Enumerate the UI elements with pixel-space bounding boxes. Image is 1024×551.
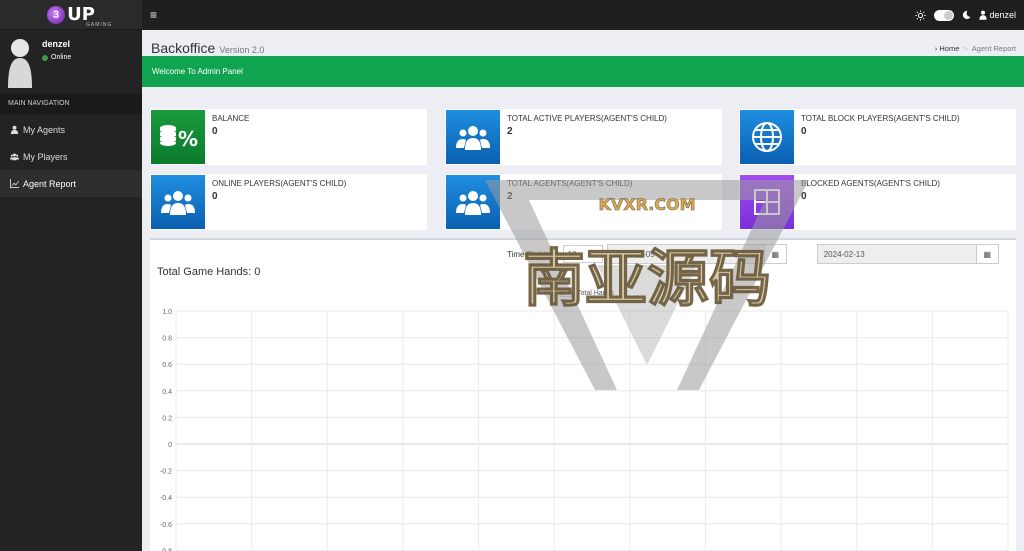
sidebar-item-my-players[interactable]: My Players (0, 143, 142, 170)
y-tick-label: -0.2 (160, 469, 172, 476)
stat-label: BALANCE (212, 114, 250, 123)
stat-online-players: ONLINE PLAYERS(AGENT'S CHILD) 0 (150, 174, 427, 230)
stat-value: 0 (801, 126, 807, 137)
stat-label: ONLINE PLAYERS(AGENT'S CHILD) (212, 179, 347, 188)
stat-value: 0 (212, 191, 218, 202)
stat-value: 0 (801, 191, 807, 202)
online-dot-icon (42, 54, 48, 61)
logo-text: UP (67, 3, 95, 25)
start-date-value: 2024-02-05 (613, 250, 655, 259)
user-icon (10, 125, 19, 134)
users-icon (151, 175, 205, 229)
y-tick-label: -0.6 (160, 522, 172, 529)
chart-title: Total Game Hands: 0 (157, 266, 261, 278)
avatar-icon (8, 39, 32, 88)
y-tick-label: 0.4 (162, 389, 172, 396)
user-status: Online (42, 54, 71, 61)
stat-total-block-players: TOTAL BLOCK PLAYERS(AGENT'S CHILD) 0 (739, 109, 1016, 165)
stat-total-agents: TOTAL AGENTS(AGENT'S CHILD) 2 (445, 174, 722, 230)
user-panel: denzel Online (0, 30, 142, 92)
main-navigation: My Agents My Players Agent Report (0, 116, 142, 197)
coins-percent-icon: % (151, 110, 205, 164)
stat-label: TOTAL BLOCK PLAYERS(AGENT'S CHILD) (801, 114, 960, 123)
y-tick-label: -0.4 (160, 495, 172, 502)
stat-blocked-agents: BLOCKED AGENTS(AGENT'S CHILD) 0 (739, 174, 1016, 230)
report-panel: Time Divisions 10 2024-02-05 ▦ 2024-02-1… (150, 238, 1016, 551)
stat-value: 0 (212, 126, 218, 137)
sidebar-item-agent-report[interactable]: Agent Report (0, 170, 142, 197)
logo-badge: 3 (47, 5, 66, 24)
stat-value: 2 (507, 126, 513, 137)
globe-icon (740, 110, 794, 164)
stat-label: TOTAL AGENTS(AGENT'S CHILD) (507, 179, 633, 188)
y-tick-label: 1.0 (162, 309, 172, 316)
sidebar-item-my-agents[interactable]: My Agents (0, 116, 142, 143)
logo-subtitle: GAMING (86, 22, 113, 28)
end-date-input[interactable]: 2024-02-13 ▦ (816, 244, 999, 264)
user-menu[interactable]: denzel (979, 10, 1016, 20)
users-icon (446, 175, 500, 229)
breadcrumb-home[interactable]: › Home (935, 44, 960, 53)
breadcrumb: › Home > Agent Report (935, 44, 1016, 53)
report-controls: Time Divisions 10 2024-02-05 ▦ 2024-02-1… (507, 244, 999, 264)
y-tick-label: 0.8 (162, 336, 172, 343)
users-icon (10, 153, 19, 161)
brand-logo[interactable]: 3 UP (47, 3, 95, 25)
grid-icon (740, 175, 794, 229)
calendar-icon[interactable]: ▦ (975, 245, 998, 263)
y-tick-label: 0.2 (162, 415, 172, 422)
logo-bar: 3 UP GAMING (0, 0, 142, 30)
user-status-text: Online (51, 54, 72, 61)
page-version: Version 2.0 (219, 45, 265, 55)
topbar-right: denzel (915, 0, 1016, 30)
main-content: Backoffice Version 2.0 › Home > Agent Rep… (142, 30, 1024, 551)
topbar: ≡ denzel (142, 0, 1024, 30)
moon-icon[interactable] (962, 10, 972, 20)
page-title-text: Backoffice (151, 40, 216, 56)
user-icon (979, 10, 988, 20)
time-divisions-input[interactable]: 10 (562, 245, 603, 263)
sidebar-item-label: My Agents (23, 124, 66, 135)
welcome-banner: Welcome To Admin Panel (142, 56, 1024, 87)
y-tick-label: 0.6 (162, 362, 172, 369)
time-divisions-label: Time Divisions (507, 249, 559, 259)
stat-total-active-players: TOTAL ACTIVE PLAYERS(AGENT'S CHILD) 2 (445, 109, 722, 165)
y-tick-label: 0 (168, 442, 172, 449)
user-menu-name: denzel (989, 10, 1016, 20)
calendar-icon[interactable]: ▦ (763, 245, 786, 263)
page-title: Backoffice Version 2.0 (151, 40, 264, 56)
stat-value: 2 (507, 191, 513, 202)
user-name: denzel (42, 39, 71, 49)
chart-line-icon (10, 179, 19, 188)
theme-toggle[interactable] (934, 9, 955, 21)
nav-header: MAIN NAVIGATION (0, 94, 142, 114)
sun-icon[interactable] (915, 9, 927, 21)
stat-label: TOTAL ACTIVE PLAYERS(AGENT'S CHILD) (507, 114, 667, 123)
svg-text:%: % (178, 127, 198, 151)
hamburger-menu-icon[interactable]: ≡ (150, 8, 157, 22)
sidebar-item-label: Agent Report (23, 178, 77, 189)
sidebar: 3 UP GAMING denzel Online MAIN NAVIGATIO… (0, 0, 142, 551)
sidebar-item-label: My Players (23, 151, 68, 162)
stat-label: BLOCKED AGENTS(AGENT'S CHILD) (801, 179, 940, 188)
total-hands-chart: 1.00.80.60.40.20-0.2-0.4-0.6-0.8 (160, 309, 1009, 551)
users-icon (446, 110, 500, 164)
start-date-input[interactable]: 2024-02-05 ▦ (606, 244, 787, 264)
stat-balance: % BALANCE 0 (150, 109, 427, 165)
end-date-value: 2024-02-13 (823, 250, 865, 259)
breadcrumb-current: Agent Report (971, 44, 1016, 53)
breadcrumb-separator: > (963, 44, 968, 53)
